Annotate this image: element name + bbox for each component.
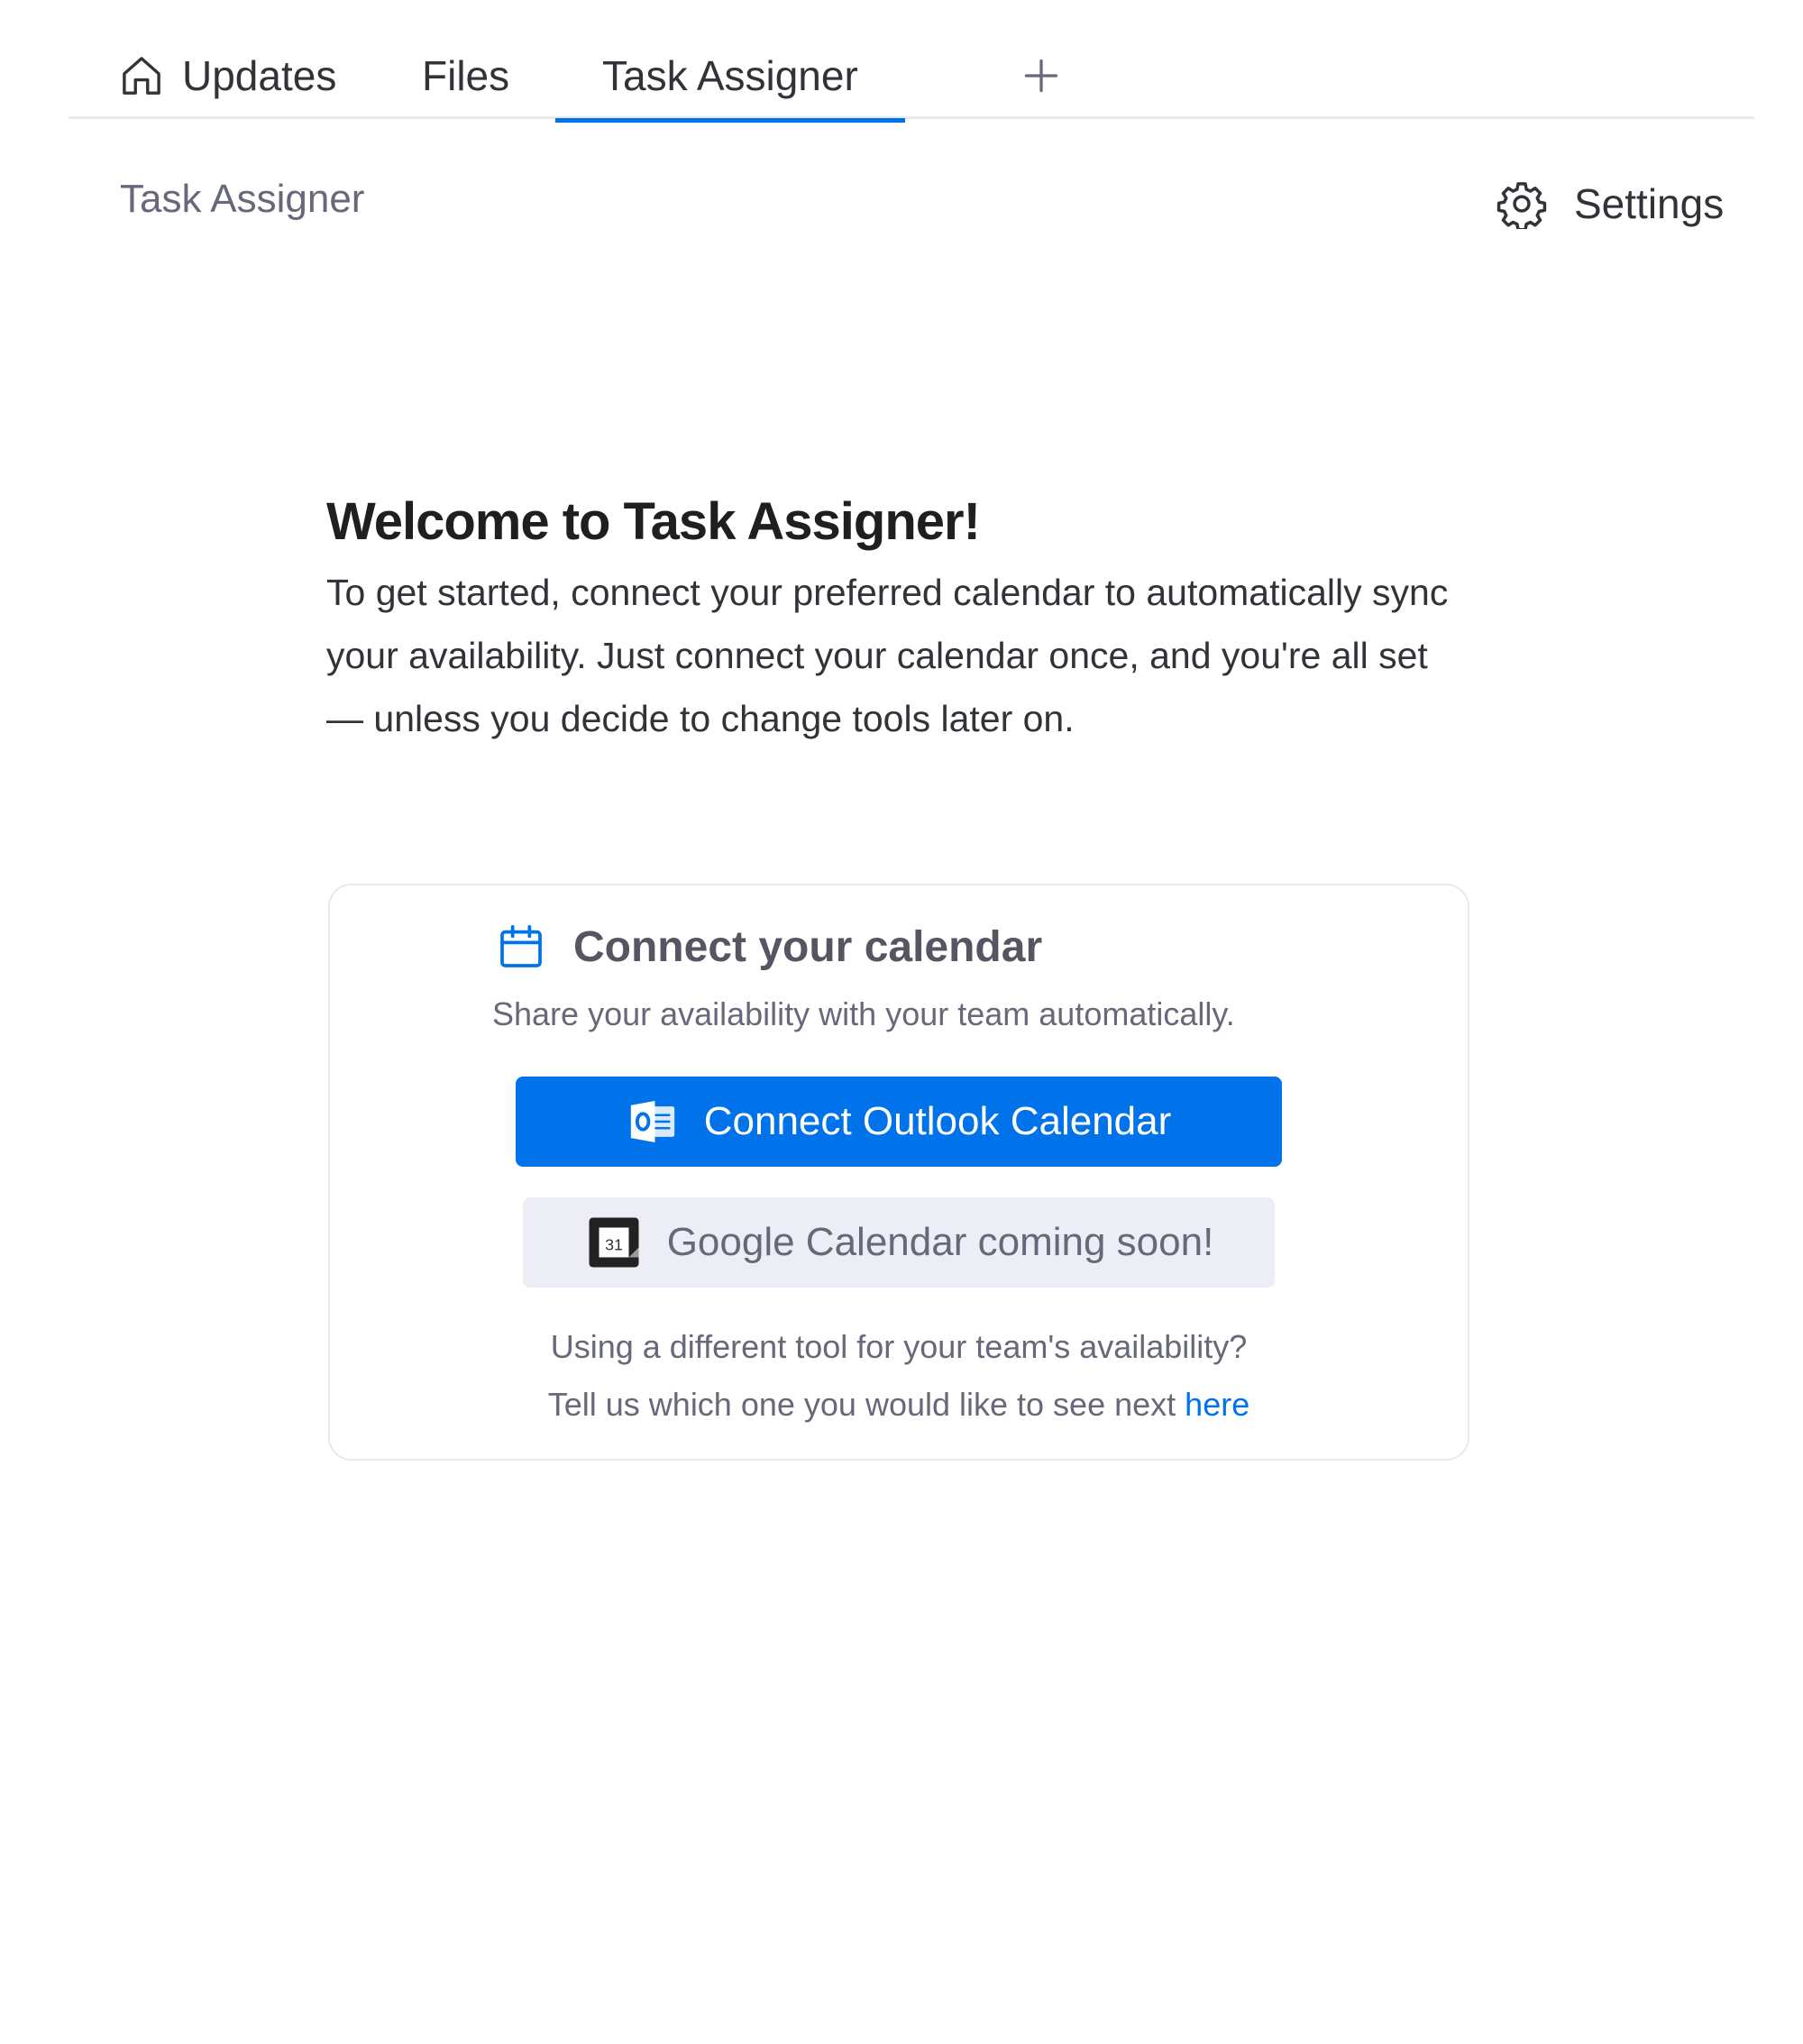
card-subtitle: Share your availability with your team a…: [492, 995, 1235, 1032]
outlook-icon: [627, 1095, 679, 1148]
card-header: Connect your calendar: [496, 921, 1042, 972]
google-calendar-label: Google Calendar coming soon!: [666, 1220, 1214, 1264]
footer-line-2-text: Tell us which one you would like to see …: [547, 1386, 1176, 1423]
tab-task-assigner[interactable]: Task Assigner: [555, 32, 905, 123]
connect-calendar-card: Connect your calendar Share your availab…: [328, 884, 1469, 1461]
tab-updates-label: Updates: [182, 52, 337, 99]
card-footer: Using a different tool for your team's a…: [330, 1318, 1468, 1434]
settings-button[interactable]: Settings: [1496, 175, 1724, 233]
tab-files[interactable]: Files: [422, 32, 509, 119]
footer-line-1: Using a different tool for your team's a…: [550, 1328, 1248, 1365]
tab-files-label: Files: [422, 52, 510, 99]
add-tab-button[interactable]: [1012, 49, 1070, 106]
gear-icon: [1496, 179, 1547, 232]
tab-task-assigner-label: Task Assigner: [602, 52, 858, 99]
plus-icon: [1021, 56, 1061, 100]
footer-line-2: Tell us which one you would like to see …: [330, 1376, 1468, 1434]
tab-updates[interactable]: Updates: [117, 32, 336, 119]
page-title: Task Assigner: [120, 177, 365, 221]
here-link[interactable]: here: [1185, 1386, 1249, 1423]
welcome-title: Welcome to Task Assigner!: [326, 492, 981, 551]
calendar-icon: [496, 921, 546, 972]
tab-bar: Updates Files Task Assigner: [69, 32, 1754, 123]
welcome-description: To get started, connect your preferred c…: [326, 572, 1449, 739]
connect-outlook-button[interactable]: Connect Outlook Calendar: [516, 1077, 1282, 1167]
google-calendar-icon: 31: [584, 1213, 644, 1272]
connect-outlook-label: Connect Outlook Calendar: [703, 1099, 1172, 1143]
card-title: Connect your calendar: [573, 922, 1043, 971]
svg-text:31: 31: [605, 1235, 623, 1253]
home-icon: [117, 51, 166, 100]
settings-label: Settings: [1574, 180, 1725, 227]
google-calendar-button: 31 Google Calendar coming soon!: [523, 1197, 1275, 1288]
